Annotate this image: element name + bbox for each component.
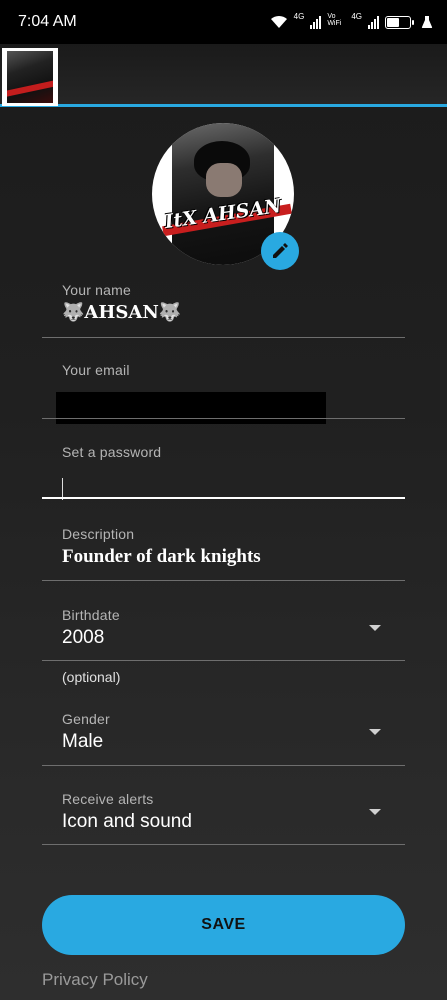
- alerts-underline: [42, 844, 405, 845]
- birthdate-dropdown[interactable]: Birthdate 2008: [42, 607, 405, 663]
- network-label-1: 4G: [293, 12, 305, 21]
- description-label: Description: [62, 526, 135, 542]
- avatar-face: [206, 163, 242, 197]
- email-redacted-value: [56, 392, 326, 424]
- signal-icon: [310, 15, 322, 29]
- name-field[interactable]: Your name 🐺AHSAN🐺: [42, 282, 405, 338]
- email-underline: [42, 418, 405, 419]
- gender-value: Male: [62, 731, 104, 752]
- privacy-policy-link[interactable]: Privacy Policy: [42, 970, 148, 990]
- birthdate-underline: [42, 660, 405, 661]
- birthdate-label: Birthdate: [62, 607, 120, 623]
- volte-label: Vo WiFi: [327, 13, 342, 27]
- wifi-icon: [270, 15, 287, 28]
- gender-label: Gender: [62, 711, 110, 727]
- battery-icon: [385, 15, 414, 29]
- birthdate-helper-text: (optional): [62, 669, 121, 685]
- name-underline: [42, 337, 405, 338]
- chevron-down-icon: [369, 729, 381, 735]
- description-field[interactable]: Description Founder of dark knights: [42, 526, 405, 582]
- edit-avatar-button[interactable]: [261, 232, 299, 270]
- name-label: Your name: [62, 282, 131, 298]
- email-label: Your email: [62, 362, 130, 378]
- alerts-dropdown[interactable]: Receive alerts Icon and sound: [42, 791, 405, 847]
- profile-thumbnail[interactable]: [2, 48, 58, 106]
- gender-underline: [42, 765, 405, 766]
- chevron-down-icon: [369, 809, 381, 815]
- signal-icon-2: [368, 15, 379, 29]
- status-time: 7:04 AM: [18, 13, 77, 30]
- status-icons: 4G Vo WiFi 4G: [270, 12, 433, 29]
- avatar-photo: [162, 123, 292, 265]
- network-label-2: 4G: [351, 12, 362, 21]
- password-label: Set a password: [62, 444, 162, 460]
- password-field[interactable]: Set a password: [42, 444, 405, 500]
- battery-level: [387, 17, 400, 27]
- alerts-value: Icon and sound: [62, 811, 192, 832]
- birthdate-value: 2008: [62, 627, 105, 648]
- thumbnail-photo: [7, 51, 53, 103]
- pencil-icon: [273, 243, 288, 258]
- thumbnail-slash: [7, 78, 53, 98]
- email-field[interactable]: Your email: [42, 362, 405, 424]
- status-bar: 7:04 AM 4G Vo WiFi 4G: [0, 0, 447, 44]
- save-button[interactable]: SAVE: [42, 895, 405, 955]
- description-underline: [42, 580, 405, 581]
- app-header: [0, 44, 447, 107]
- flask-icon: [421, 16, 433, 28]
- alerts-label: Receive alerts: [62, 791, 154, 807]
- chevron-down-icon: [369, 625, 381, 631]
- password-underline-active: [42, 497, 405, 499]
- gender-dropdown[interactable]: Gender Male: [42, 711, 405, 767]
- name-value: 🐺AHSAN🐺: [62, 302, 182, 323]
- description-value: Founder of dark knights: [62, 546, 261, 567]
